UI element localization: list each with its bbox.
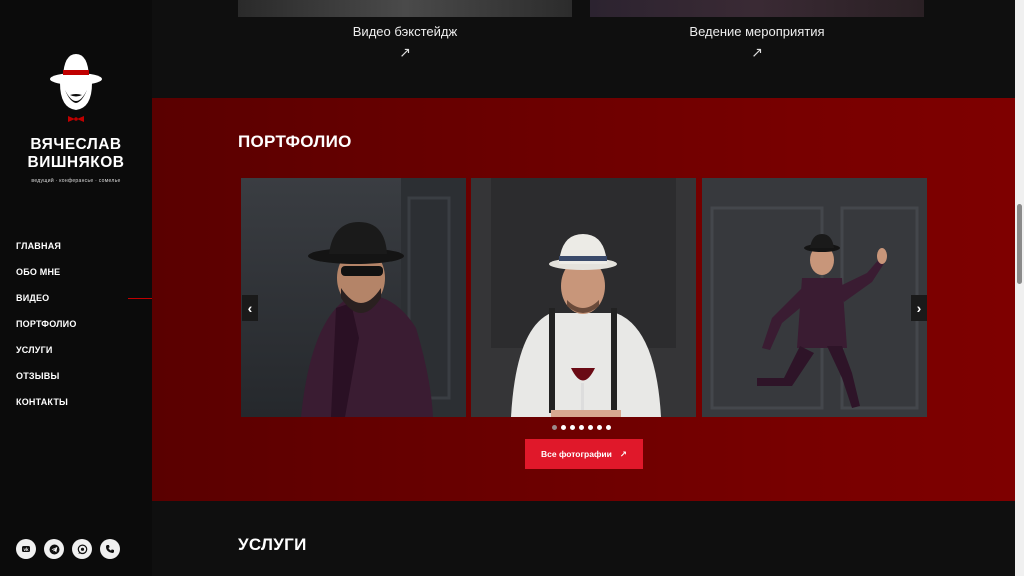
- nav-active-indicator: [128, 298, 152, 299]
- carousel-pagination: [552, 425, 611, 430]
- video-caption-backstage[interactable]: Видео бэкстейдж: [238, 24, 572, 39]
- carousel-dot[interactable]: [579, 425, 584, 430]
- arrow-up-right-icon[interactable]: ↗: [590, 44, 924, 61]
- whatsapp-icon[interactable]: [72, 539, 92, 559]
- carousel-dot[interactable]: [606, 425, 611, 430]
- video-caption-event[interactable]: Ведение мероприятия: [590, 24, 924, 39]
- portfolio-photo-3[interactable]: [702, 178, 927, 417]
- nav-item-services[interactable]: УСЛУГИ: [16, 344, 77, 370]
- social-links: vk: [16, 539, 120, 559]
- video-thumbnail-backstage[interactable]: [238, 0, 572, 17]
- portfolio-photo-2[interactable]: [471, 178, 696, 417]
- portfolio-title: ПОРТФОЛИО: [238, 132, 352, 151]
- svg-text:vk: vk: [23, 547, 29, 552]
- vk-icon[interactable]: vk: [16, 539, 36, 559]
- arrow-up-right-icon: ↗: [619, 448, 627, 459]
- page-scrollbar[interactable]: [1015, 0, 1024, 576]
- phone-icon[interactable]: [100, 539, 120, 559]
- portfolio-section: ПОРТФОЛИО ‹ › Все фотографии ↗: [152, 98, 1015, 501]
- all-photos-label: Все фотографии: [541, 449, 612, 459]
- sidebar: ВЯЧЕСЛАВ ВИШНЯКОВ ведущий · конферансье …: [0, 0, 152, 576]
- carousel-prev-button[interactable]: ‹: [242, 295, 258, 321]
- carousel-next-button[interactable]: ›: [911, 295, 927, 321]
- telegram-icon[interactable]: [44, 539, 64, 559]
- portfolio-photo-1[interactable]: [241, 178, 466, 417]
- nav-item-reviews[interactable]: ОТЗЫВЫ: [16, 370, 77, 396]
- logo[interactable]: ВЯЧЕСЛАВ ВИШНЯКОВ ведущий · конферансье …: [0, 50, 152, 184]
- brand-name: ВЯЧЕСЛАВ ВИШНЯКОВ: [0, 136, 152, 172]
- nav-item-home[interactable]: ГЛАВНАЯ: [16, 240, 77, 266]
- hat-man-logo-icon: [50, 54, 102, 122]
- video-thumbnail-event[interactable]: [590, 0, 924, 17]
- nav-item-portfolio[interactable]: ПОРТФОЛИО: [16, 318, 77, 344]
- carousel-dot[interactable]: [588, 425, 593, 430]
- arrow-up-right-icon[interactable]: ↗: [238, 44, 572, 61]
- carousel-dot[interactable]: [561, 425, 566, 430]
- brand-tagline: ведущий · конферансье · сомелье: [31, 178, 121, 184]
- main-nav: ГЛАВНАЯ ОБО МНЕ ВИДЕО ПОРТФОЛИО УСЛУГИ О…: [16, 240, 77, 422]
- carousel-dot[interactable]: [552, 425, 557, 430]
- all-photos-button[interactable]: Все фотографии ↗: [525, 439, 643, 469]
- scrollbar-thumb[interactable]: [1017, 204, 1022, 284]
- services-title: УСЛУГИ: [238, 535, 307, 554]
- nav-item-contacts[interactable]: КОНТАКТЫ: [16, 396, 77, 422]
- nav-item-video[interactable]: ВИДЕО: [16, 292, 77, 318]
- carousel-dot[interactable]: [597, 425, 602, 430]
- carousel-dot[interactable]: [570, 425, 575, 430]
- brand-name-line2: ВИШНЯКОВ: [27, 154, 125, 171]
- brand-name-line1: ВЯЧЕСЛАВ: [30, 136, 122, 153]
- nav-item-about[interactable]: ОБО МНЕ: [16, 266, 77, 292]
- main-content: Видео бэкстейдж Ведение мероприятия ↗ ↗ …: [152, 0, 1015, 576]
